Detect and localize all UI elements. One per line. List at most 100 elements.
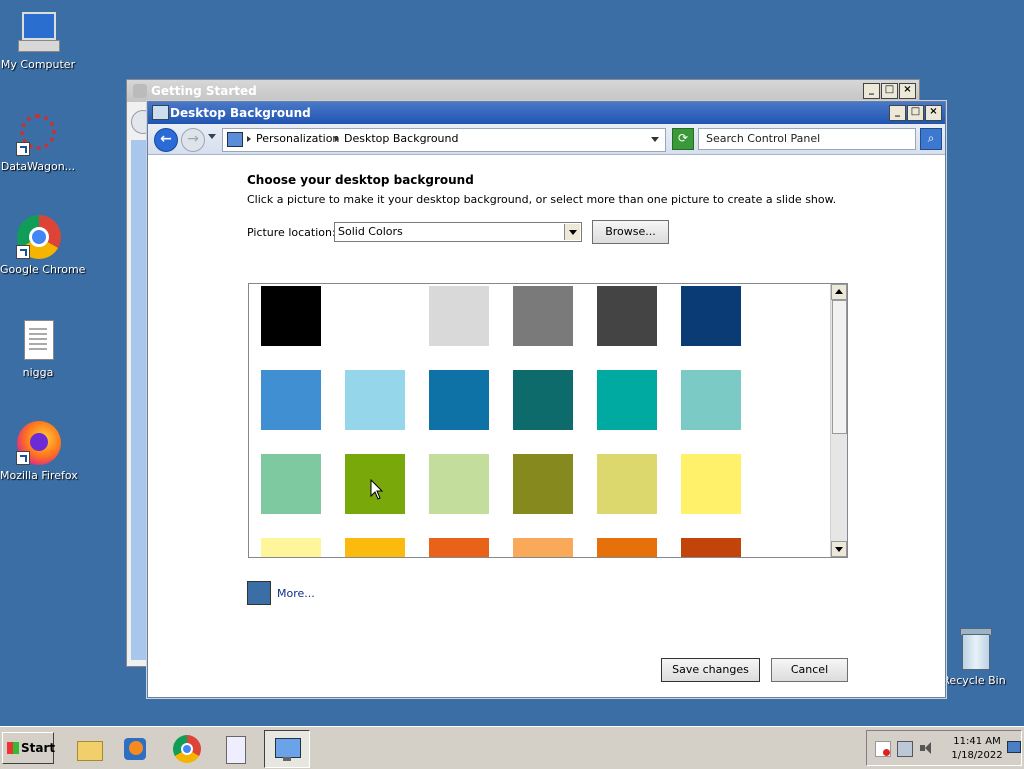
address-input[interactable]: Personalization Desktop Background bbox=[222, 128, 666, 152]
browse-button[interactable]: Browse... bbox=[592, 220, 669, 244]
recent-pages-dropdown[interactable] bbox=[208, 134, 216, 139]
chevron-right-icon bbox=[247, 136, 251, 142]
windows-flag-icon bbox=[7, 742, 19, 754]
show-desktop-icon[interactable] bbox=[1007, 741, 1021, 753]
desktop-icon-label: Google Chrome bbox=[0, 263, 86, 276]
color-swatch[interactable] bbox=[261, 286, 321, 346]
search-input[interactable]: Search Control Panel bbox=[698, 128, 916, 150]
color-swatch[interactable] bbox=[261, 538, 321, 557]
taskbar-item-document[interactable] bbox=[212, 730, 258, 768]
forward-button[interactable]: → bbox=[181, 128, 205, 152]
color-swatch[interactable] bbox=[429, 454, 489, 514]
mouse-cursor-icon bbox=[370, 479, 384, 500]
shortcut-arrow-icon bbox=[16, 142, 30, 156]
color-swatch[interactable] bbox=[429, 370, 489, 430]
folder-icon bbox=[75, 735, 103, 763]
color-swatch[interactable] bbox=[513, 454, 573, 514]
page-description: Click a picture to make it your desktop … bbox=[247, 193, 837, 206]
color-swatch[interactable] bbox=[681, 454, 741, 514]
desktop-icon-label: Recycle Bin bbox=[942, 674, 1006, 687]
search-button[interactable]: ⌕ bbox=[920, 128, 942, 150]
refresh-button[interactable]: ⟳ bbox=[672, 128, 694, 150]
desktop-icon-mozilla-firefox[interactable]: Mozilla Firefox bbox=[0, 421, 78, 482]
window-title: Desktop Background bbox=[170, 106, 311, 120]
more-link[interactable]: More... bbox=[277, 587, 315, 600]
scroll-down-button[interactable] bbox=[831, 541, 847, 557]
minimize-button[interactable]: _ bbox=[889, 105, 906, 121]
color-swatch[interactable] bbox=[681, 538, 741, 557]
picture-location-label: Picture location: bbox=[247, 226, 336, 239]
clock-time: 11:41 AM bbox=[953, 736, 1001, 747]
desktop-icon-google-chrome[interactable]: Google Chrome bbox=[0, 215, 86, 276]
desktop-icon-file-nigga[interactable]: nigga bbox=[0, 318, 76, 379]
minimize-button[interactable]: _ bbox=[863, 83, 880, 99]
shortcut-arrow-icon bbox=[16, 245, 30, 259]
getting-started-titlebar[interactable]: Getting Started _ □ × bbox=[127, 80, 919, 102]
color-swatch[interactable] bbox=[345, 370, 405, 430]
color-swatch[interactable] bbox=[345, 286, 405, 346]
more-color-swatch[interactable] bbox=[247, 581, 271, 605]
color-swatch[interactable] bbox=[513, 370, 573, 430]
breadcrumb-desktop-background[interactable]: Desktop Background bbox=[335, 129, 459, 149]
back-button[interactable]: ← bbox=[154, 128, 178, 152]
gallery-scrollbar[interactable] bbox=[830, 284, 847, 557]
desktop-icon-label: My Computer bbox=[0, 58, 76, 71]
desktop-background-window[interactable]: Desktop Background _ □ × ← → Personaliza… bbox=[147, 101, 946, 698]
page-title: Choose your desktop background bbox=[247, 173, 474, 187]
close-button[interactable]: × bbox=[899, 83, 916, 99]
window-icon bbox=[133, 84, 147, 98]
color-swatch[interactable] bbox=[261, 454, 321, 514]
picture-location-select[interactable]: Solid Colors bbox=[334, 222, 582, 242]
system-tray: 11:41 AM 1/18/2022 bbox=[866, 730, 1022, 766]
side-panel bbox=[131, 140, 147, 660]
document-icon bbox=[221, 735, 249, 764]
color-swatch[interactable] bbox=[597, 286, 657, 346]
desktop-icon-my-computer[interactable]: My Computer bbox=[0, 10, 76, 71]
color-swatch[interactable] bbox=[681, 370, 741, 430]
window-titlebar[interactable]: Desktop Background _ □ × bbox=[148, 102, 945, 124]
control-panel-icon bbox=[227, 132, 243, 147]
desktop-icon-recycle-bin[interactable]: Recycle Bin bbox=[936, 626, 1012, 687]
close-button[interactable]: × bbox=[925, 105, 942, 121]
color-gallery bbox=[248, 283, 848, 558]
desktop-icon-datawagon[interactable]: DataWagon... bbox=[0, 112, 76, 173]
clock[interactable]: 11:41 AM 1/18/2022 bbox=[947, 735, 1007, 763]
shortcut-arrow-icon bbox=[16, 451, 30, 465]
computer-icon bbox=[16, 10, 60, 54]
color-swatch[interactable] bbox=[429, 286, 489, 346]
chrome-icon bbox=[173, 735, 201, 763]
color-swatch[interactable] bbox=[681, 286, 741, 346]
color-swatch[interactable] bbox=[261, 370, 321, 430]
recycle-bin-icon bbox=[952, 626, 996, 670]
taskbar-item-chrome[interactable] bbox=[164, 730, 210, 768]
cancel-button[interactable]: Cancel bbox=[771, 658, 848, 682]
address-dropdown[interactable] bbox=[651, 137, 659, 142]
datawagon-icon bbox=[16, 112, 60, 156]
color-swatch[interactable] bbox=[345, 538, 405, 557]
color-swatch[interactable] bbox=[513, 286, 573, 346]
scroll-thumb[interactable] bbox=[832, 300, 847, 434]
color-swatch[interactable] bbox=[429, 538, 489, 557]
start-button[interactable]: Start bbox=[2, 732, 55, 764]
network-icon[interactable] bbox=[897, 741, 913, 757]
save-changes-button[interactable]: Save changes bbox=[661, 658, 760, 682]
taskbar-item-media-player[interactable] bbox=[112, 730, 158, 768]
maximize-button[interactable]: □ bbox=[907, 105, 924, 121]
breadcrumb-personalization[interactable]: Personalization bbox=[247, 129, 339, 149]
text-file-icon bbox=[16, 318, 60, 362]
taskbar: Start 11:41 AM 1/18/2022 bbox=[0, 726, 1024, 769]
desktop-icon-label: Mozilla Firefox bbox=[0, 469, 78, 482]
color-swatch[interactable] bbox=[597, 454, 657, 514]
color-swatch[interactable] bbox=[597, 538, 657, 557]
scroll-up-button[interactable] bbox=[831, 284, 847, 300]
volume-icon[interactable] bbox=[919, 741, 933, 755]
action-center-flag-icon[interactable] bbox=[875, 741, 891, 757]
color-swatch[interactable] bbox=[513, 538, 573, 557]
window-title: Getting Started bbox=[151, 84, 257, 98]
maximize-button[interactable]: □ bbox=[881, 83, 898, 99]
address-bar: ← → Personalization Desktop Background ⟳… bbox=[148, 124, 945, 155]
taskbar-item-explorer[interactable] bbox=[66, 730, 112, 768]
color-swatch[interactable] bbox=[597, 370, 657, 430]
taskbar-item-control-panel[interactable] bbox=[264, 730, 310, 768]
control-panel-icon bbox=[273, 735, 301, 763]
